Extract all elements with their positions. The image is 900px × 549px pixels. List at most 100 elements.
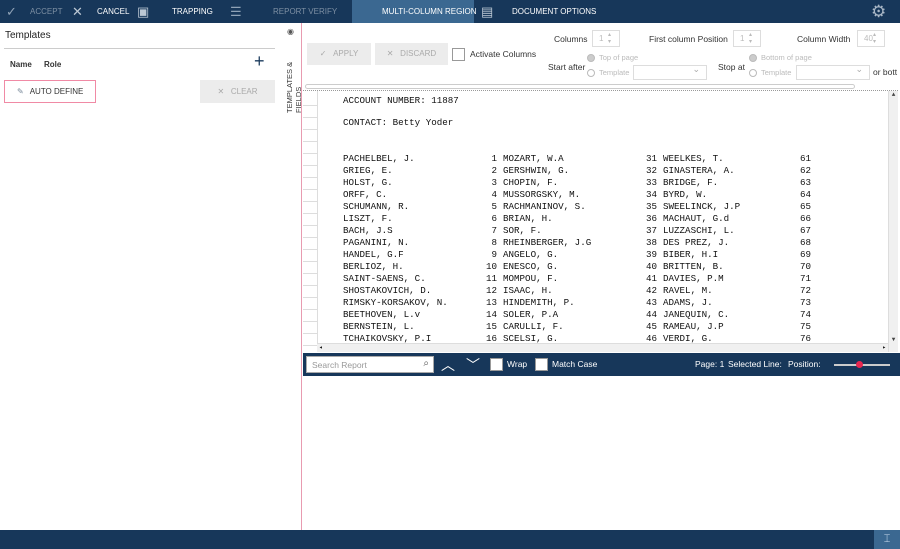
- report-number: 44: [645, 309, 657, 320]
- report-row: BEETHOVEN, L.v 14 SOLER, P.A 44 JANEQUIN, C.…: [303, 309, 893, 321]
- panel-title: Templates: [5, 30, 51, 41]
- gutter-line: [303, 201, 317, 202]
- document-options-button[interactable]: DOCUMENT OPTIONS: [512, 0, 596, 23]
- auto-define-label: AUTO DEFINE: [29, 87, 84, 96]
- start-template-select[interactable]: [633, 64, 707, 80]
- report-name: HANDEL, G.F: [343, 249, 404, 260]
- report-viewer[interactable]: ACCOUNT NUMBER: 11887 CONTACT: Betty Yod…: [303, 90, 898, 352]
- report-name: SOR, F.: [503, 225, 542, 236]
- report-number: 68: [799, 237, 811, 248]
- search-icon[interactable]: ⌕: [423, 358, 429, 369]
- gear-icon[interactable]: ⚙: [871, 0, 886, 23]
- cancel-button[interactable]: CANCEL: [97, 0, 129, 23]
- gutter-line: [303, 309, 317, 310]
- report-name: BACH, J.S: [343, 225, 393, 236]
- collapse-icon[interactable]: ◉: [287, 27, 294, 36]
- report-number: 74: [799, 309, 811, 320]
- gutter-line: [303, 213, 317, 214]
- column-header-name: Name: [10, 60, 32, 69]
- report-row: SAINT-SAENS, C. 11 MOMPOU, F. 41 DAVIES, P.M…: [303, 273, 893, 285]
- report-name: SHOSTAKOVICH, D.: [343, 285, 432, 296]
- discard-icon: ✕: [386, 49, 401, 58]
- match-case-label: Match Case: [552, 359, 598, 369]
- discard-button[interactable]: ✕ DISCARD: [375, 43, 448, 65]
- gutter-line: [303, 189, 317, 190]
- report-number: 3: [491, 177, 497, 188]
- report-number: 4: [491, 189, 497, 200]
- report-name: BIBER, H.I: [663, 249, 719, 260]
- report-number: 32: [645, 165, 657, 176]
- report-name: MACHAUT, G.d: [663, 213, 730, 224]
- report-number: 13: [485, 297, 497, 308]
- report-row: SHOSTAKOVICH, D. 12 ISAAC, H. 42 RAVEL, M. 72: [303, 285, 893, 297]
- report-verify-button[interactable]: REPORT VERIFY: [273, 0, 337, 23]
- first-column-position-stepper[interactable]: 1: [733, 30, 761, 47]
- next-match-icon[interactable]: ﹀: [466, 355, 480, 375]
- report-number: 37: [645, 225, 657, 236]
- start-template-radio[interactable]: [587, 69, 595, 77]
- report-name: HOLST, G.: [343, 177, 393, 188]
- report-name: RHEINBERGER, J.G: [503, 237, 592, 248]
- slider-thumb[interactable]: [856, 361, 864, 368]
- report-number: 42: [645, 285, 657, 296]
- search-input[interactable]: Search Report ⌕: [306, 356, 434, 373]
- stop-template-select[interactable]: [796, 64, 870, 80]
- stop-template-radio[interactable]: [749, 69, 757, 77]
- report-row: RIMSKY-KORSAKOV, N. 13 HINDEMITH, P. 43 ADAM…: [303, 297, 893, 309]
- selected-line-label: Selected Line:: [728, 359, 782, 369]
- previous-match-icon[interactable]: ︿: [441, 355, 455, 375]
- report-number: 9: [491, 249, 497, 260]
- report-number: 2: [491, 165, 497, 176]
- report-name: BERNSTEIN, L.: [343, 321, 415, 332]
- report-number: 14: [485, 309, 497, 320]
- report-number: 6: [491, 213, 497, 224]
- columns-stepper[interactable]: 1: [592, 30, 620, 47]
- gutter-line: [303, 297, 317, 298]
- text-cursor-icon[interactable]: ⌶: [874, 530, 900, 549]
- clear-button[interactable]: ✕ CLEAR: [200, 80, 275, 103]
- report-row: BERLIOZ, H. 10 ENESCO, G. 40 BRITTEN, B. 70: [303, 261, 893, 273]
- match-case-checkbox[interactable]: [535, 358, 548, 371]
- add-template-icon[interactable]: +: [254, 52, 265, 70]
- bottom-of-page-radio[interactable]: [749, 54, 757, 62]
- account-number: ACCOUNT NUMBER: 11887: [343, 95, 459, 106]
- progress-track: [305, 84, 855, 89]
- report-name: ENESCO, G.: [503, 261, 559, 272]
- vertical-scrollbar[interactable]: ▲ ▼: [888, 91, 898, 352]
- report-number: 7: [491, 225, 497, 236]
- report-name: PAGANINI, N.: [343, 237, 410, 248]
- report-number: 45: [645, 321, 657, 332]
- wrap-checkbox[interactable]: [490, 358, 503, 371]
- wrap-label: Wrap: [507, 359, 528, 369]
- column-header-role: Role: [44, 60, 62, 69]
- report-row: BERNSTEIN, L. 15 CARULLI, F. 45 RAMEAU, J.P 7…: [303, 321, 893, 333]
- report-name: LUZZASCHI, L.: [663, 225, 735, 236]
- report-number: 71: [799, 273, 811, 284]
- apply-button[interactable]: ✓ APPLY: [307, 43, 371, 65]
- report-number: 11: [485, 273, 497, 284]
- report-name: ISAAC, H.: [503, 285, 553, 296]
- activate-columns-checkbox[interactable]: [452, 48, 465, 61]
- report-row: SCHUMANN, R. 5 RACHMANINOV, S. 35 SWEELINCK,…: [303, 201, 893, 213]
- position-slider[interactable]: [834, 361, 890, 368]
- report-number: 15: [485, 321, 497, 332]
- accept-button[interactable]: ACCEPT: [30, 0, 62, 23]
- report-number: 64: [799, 189, 811, 200]
- apply-label: APPLY: [333, 49, 359, 58]
- report-number: 73: [799, 297, 811, 308]
- page-indicator: Page: 1: [695, 359, 725, 369]
- report-row: BACH, J.S 7 SOR, F. 37 LUZZASCHI, L. 67: [303, 225, 893, 237]
- report-name: BERLIOZ, H.: [343, 261, 404, 272]
- top-of-page-radio[interactable]: [587, 54, 595, 62]
- report-name: RACHMANINOV, S.: [503, 201, 586, 212]
- column-width-stepper[interactable]: 40: [857, 30, 885, 47]
- gutter-line: [303, 333, 317, 334]
- auto-define-button[interactable]: ✎ AUTO DEFINE: [4, 80, 96, 103]
- report-name: MUSSORGSKY, M.: [503, 189, 581, 200]
- gutter-line: [303, 117, 317, 118]
- report-name: SCHUMANN, R.: [343, 201, 410, 212]
- trapping-button[interactable]: TRAPPING: [172, 0, 213, 23]
- horizontal-scrollbar[interactable]: ◂ ▸: [317, 343, 888, 352]
- multi-column-region-tab[interactable]: MULTI-COLUMN REGION: [352, 0, 477, 23]
- top-of-page-label: Top of page: [599, 53, 639, 62]
